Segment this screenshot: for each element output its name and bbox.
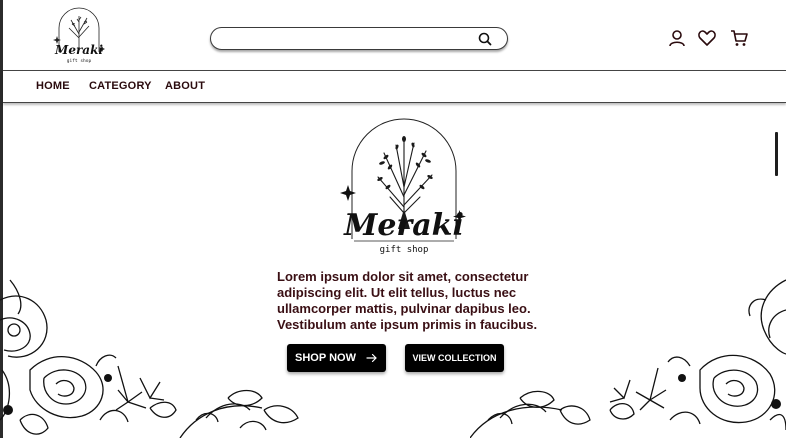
hero-brand-name: Meraki: [343, 208, 464, 243]
user-icon[interactable]: [667, 28, 687, 48]
nav-category[interactable]: CATEGORY: [89, 80, 152, 92]
main-nav: HOME CATEGORY ABOUT: [3, 70, 786, 103]
hero-logo: Meraki gift shop: [340, 118, 466, 255]
shop-now-label: SHOP NOW: [295, 352, 356, 364]
nav-home[interactable]: HOME: [36, 80, 70, 92]
brand-logo[interactable]: Meraki gift shop: [51, 4, 107, 66]
cart-icon[interactable]: [729, 28, 749, 48]
search-icon[interactable]: [477, 31, 493, 47]
brand-name: Meraki: [54, 43, 103, 57]
brand-tagline: gift shop: [67, 58, 92, 64]
arrow-right-icon: [366, 353, 378, 363]
heart-icon[interactable]: [697, 28, 717, 48]
search-bar[interactable]: [210, 27, 508, 50]
shop-now-button[interactable]: SHOP NOW: [287, 344, 386, 372]
site-header: Meraki gift shop: [3, 0, 786, 70]
hero-tagline: gift shop: [380, 245, 429, 255]
nav-about[interactable]: ABOUT: [165, 80, 205, 92]
floral-decoration-left: [0, 279, 299, 438]
scrollbar-thumb[interactable]: [775, 132, 778, 176]
floral-decoration-right: [470, 279, 786, 438]
